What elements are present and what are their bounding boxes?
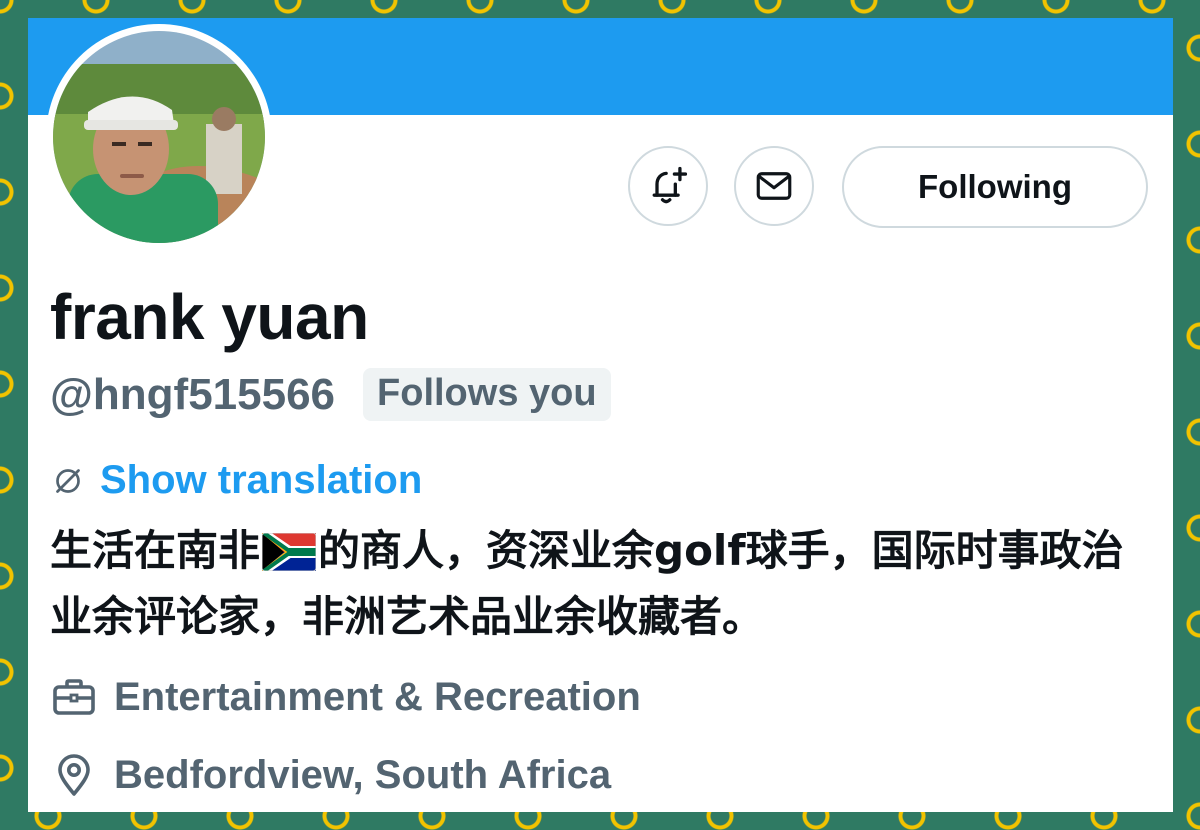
avatar[interactable] (46, 24, 272, 250)
category-row: Entertainment & Recreation (50, 673, 641, 721)
message-button[interactable] (734, 146, 814, 226)
globe-slash-icon (56, 468, 80, 493)
briefcase-icon (53, 679, 95, 715)
follows-you-badge: Follows you (363, 368, 611, 421)
notify-button[interactable] (628, 146, 708, 226)
translate-row: Show translation (50, 458, 422, 503)
profile-location: Bedfordview, South Africa (114, 752, 612, 797)
profile-bio: 生活在南非 的商人，资深业余golf球手，国际时事政治业余评论家，非洲艺术品业余… (50, 518, 1160, 650)
profile-category: Entertainment & Recreation (114, 674, 641, 719)
handle-row: @hngf515566 Follows you (50, 368, 611, 421)
location-row: Bedfordview, South Africa (50, 751, 611, 799)
bell-plus-icon (652, 166, 688, 204)
display-name: frank yuan (50, 281, 369, 353)
user-handle: @hngf515566 (50, 369, 336, 419)
show-translation-link[interactable]: Show translation (100, 458, 422, 503)
following-button[interactable]: Following (842, 146, 1148, 228)
bio-text-part1: 生活在南非 (50, 526, 261, 575)
profile-card: Following frank yuan @hngf515566 Follows… (28, 18, 1173, 812)
south-africa-flag-icon (262, 533, 317, 571)
avatar-photo (53, 31, 265, 243)
envelope-icon (756, 172, 792, 200)
map-pin-icon (58, 754, 90, 796)
